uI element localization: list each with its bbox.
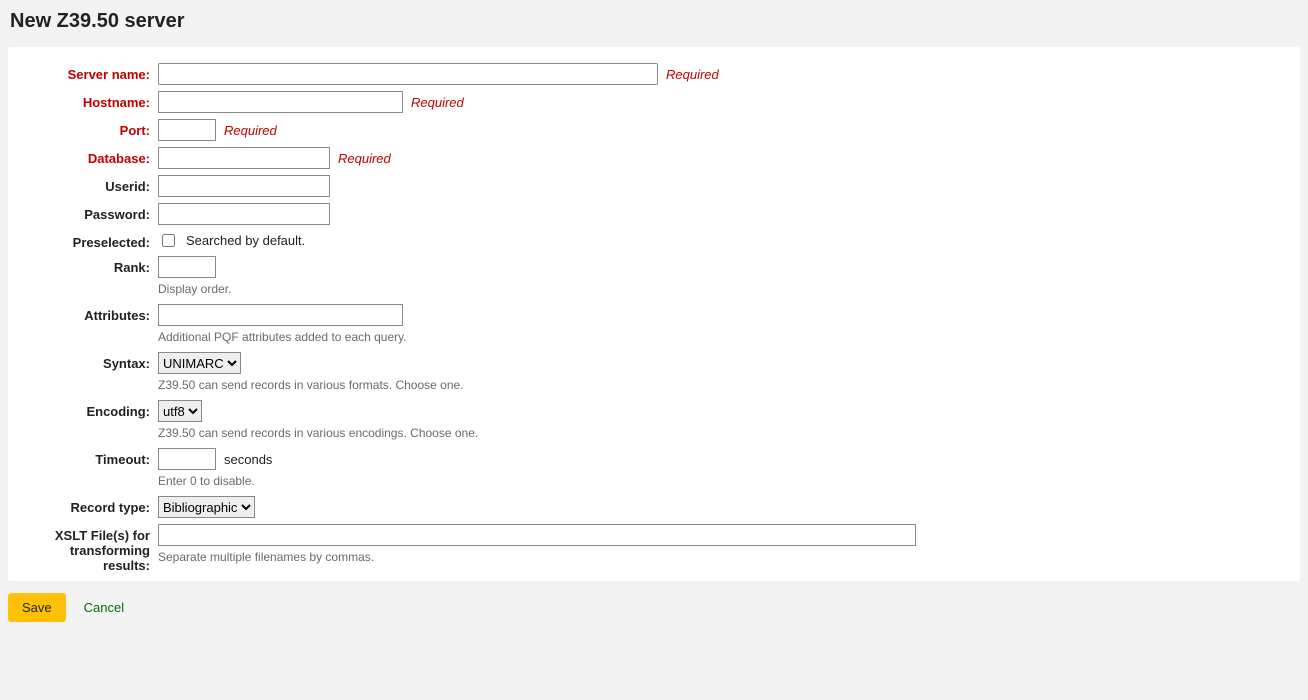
server-name-input[interactable] bbox=[158, 63, 658, 85]
port-required: Required bbox=[224, 123, 277, 138]
encoding-hint: Z39.50 can send records in various encod… bbox=[158, 426, 1280, 440]
rank-hint: Display order. bbox=[158, 282, 1280, 296]
form-panel: Server name: Required Hostname: Required bbox=[8, 47, 1300, 581]
syntax-label: Syntax: bbox=[28, 352, 158, 371]
attributes-input[interactable] bbox=[158, 304, 403, 326]
preselected-text: Searched by default. bbox=[186, 233, 305, 248]
cancel-button[interactable]: Cancel bbox=[84, 600, 124, 615]
database-input[interactable] bbox=[158, 147, 330, 169]
xslt-label: XSLT File(s) for transforming results: bbox=[28, 524, 158, 573]
timeout-input[interactable] bbox=[158, 448, 216, 470]
save-button[interactable]: Save bbox=[8, 593, 66, 622]
server-name-required: Required bbox=[666, 67, 719, 82]
attributes-hint: Additional PQF attributes added to each … bbox=[158, 330, 1280, 344]
server-name-label: Server name: bbox=[28, 63, 158, 82]
userid-label: Userid: bbox=[28, 175, 158, 194]
database-required: Required bbox=[338, 151, 391, 166]
hostname-input[interactable] bbox=[158, 91, 403, 113]
rank-label: Rank: bbox=[28, 256, 158, 275]
encoding-label: Encoding: bbox=[28, 400, 158, 419]
userid-input[interactable] bbox=[158, 175, 330, 197]
encoding-select[interactable]: utf8 bbox=[158, 400, 202, 422]
preselected-label: Preselected: bbox=[28, 231, 158, 250]
timeout-unit: seconds bbox=[224, 452, 272, 467]
database-label: Database: bbox=[28, 147, 158, 166]
port-input[interactable] bbox=[158, 119, 216, 141]
syntax-select[interactable]: UNIMARC bbox=[158, 352, 241, 374]
timeout-label: Timeout: bbox=[28, 448, 158, 467]
password-label: Password: bbox=[28, 203, 158, 222]
page-title: New Z39.50 server bbox=[10, 10, 1300, 33]
form-actions: Save Cancel bbox=[8, 593, 1300, 622]
password-input[interactable] bbox=[158, 203, 330, 225]
hostname-required: Required bbox=[411, 95, 464, 110]
xslt-input[interactable] bbox=[158, 524, 916, 546]
attributes-label: Attributes: bbox=[28, 304, 158, 323]
preselected-checkbox[interactable] bbox=[162, 234, 175, 247]
xslt-hint: Separate multiple filenames by commas. bbox=[158, 550, 1280, 564]
record-type-label: Record type: bbox=[28, 496, 158, 515]
timeout-hint: Enter 0 to disable. bbox=[158, 474, 1280, 488]
rank-input[interactable] bbox=[158, 256, 216, 278]
hostname-label: Hostname: bbox=[28, 91, 158, 110]
record-type-select[interactable]: Bibliographic bbox=[158, 496, 255, 518]
syntax-hint: Z39.50 can send records in various forma… bbox=[158, 378, 1280, 392]
port-label: Port: bbox=[28, 119, 158, 138]
